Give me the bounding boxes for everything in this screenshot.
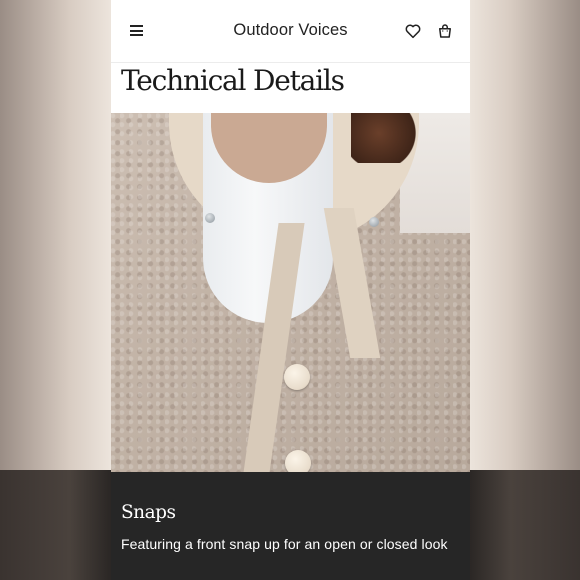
hair-curl xyxy=(351,113,421,163)
hood-snap xyxy=(205,213,215,223)
feature-caption: Snaps Featuring a front snap up for an o… xyxy=(111,472,470,580)
jacket-placket-right xyxy=(323,208,381,358)
heart-icon[interactable] xyxy=(404,22,422,40)
product-detail-image xyxy=(111,113,470,472)
feature-description: Featuring a front snap up for an open or… xyxy=(121,536,448,552)
front-snap xyxy=(284,364,310,390)
hood-snap xyxy=(369,217,379,227)
feature-title: Snaps xyxy=(121,502,176,523)
top-navigation-bar: Outdoor Voices xyxy=(111,0,470,63)
product-page: Outdoor Voices Technical Details Snaps F… xyxy=(111,0,470,580)
shopping-bag-icon[interactable] xyxy=(436,22,454,40)
front-snap xyxy=(285,450,311,472)
section-title: Technical Details xyxy=(121,64,345,97)
